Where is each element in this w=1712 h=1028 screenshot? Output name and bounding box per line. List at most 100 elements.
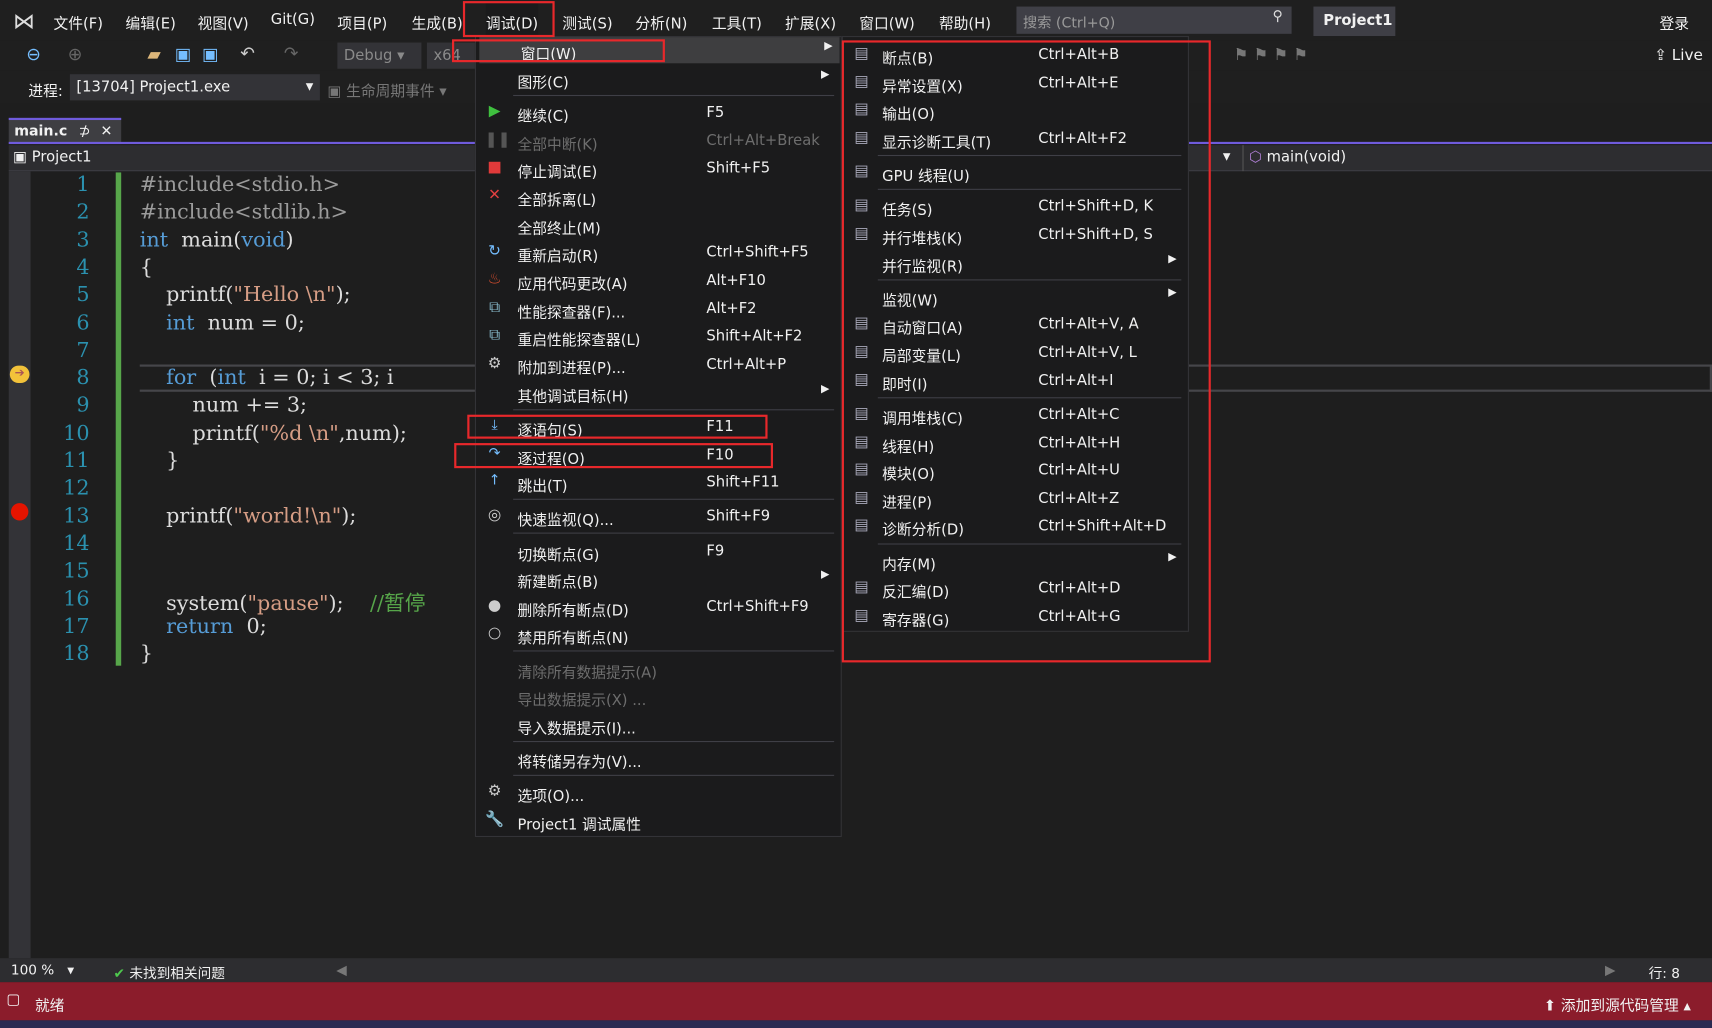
code-line[interactable]: } (140, 449, 179, 473)
code-line[interactable]: num += 3; (140, 393, 307, 417)
scroll-left-icon[interactable]: ◀ (336, 961, 347, 977)
code-token: num = 0; (194, 310, 305, 335)
save-icon[interactable]: ▣ (175, 44, 192, 65)
menu-item[interactable]: ▶ 继续(C) F5 (476, 99, 841, 126)
menu-item[interactable]: 切换断点(G) F9 (476, 538, 841, 564)
menu-item[interactable]: ● 删除所有断点(D) Ctrl+Shift+F9 (476, 594, 841, 620)
menu-9[interactable]: 工具(T) (712, 11, 762, 32)
menu-item[interactable]: 将转储另存为(V)... (476, 745, 841, 771)
back-icon[interactable]: ⊖ (26, 44, 41, 65)
redo-icon[interactable]: ↷ (284, 43, 299, 64)
forward-icon[interactable]: ⊕ (68, 44, 83, 65)
code-line[interactable]: system("pause"); //暂停 (140, 587, 425, 616)
taskbar-edge (0, 1020, 1712, 1028)
menu-item[interactable]: ⧉ 性能探查器(F)... Alt+F2 (476, 296, 841, 322)
zoom-select[interactable]: 100 % ▾ (11, 961, 74, 977)
menu-8[interactable]: 分析(N) (635, 11, 687, 32)
code-line[interactable]: int main(void) (140, 228, 294, 252)
line-number: 5 (76, 282, 90, 307)
chevron-down-icon[interactable]: ▼ (1223, 152, 1231, 163)
undo-icon[interactable]: ↶ (240, 43, 255, 64)
menu-item[interactable]: ○ 禁用所有断点(N) (476, 621, 841, 647)
menu-item[interactable]: ❚❚ 全部中断(K) Ctrl+Alt+Break (476, 128, 841, 154)
menu-4[interactable]: 项目(P) (337, 11, 387, 32)
menu-3[interactable]: Git(G) (271, 11, 315, 28)
menu-item[interactable]: ↑ 跳出(T) Shift+F11 (476, 469, 841, 496)
menu-item-label: 导出数据提示(X) ... (517, 691, 647, 710)
menu-11[interactable]: 窗口(W) (859, 11, 915, 32)
issues-indicator[interactable]: ✔ 未找到相关问题 (114, 961, 225, 982)
menu-item[interactable]: 全部终止(M) (476, 212, 841, 237)
menu-item[interactable]: 图形(C) ▶ (476, 65, 841, 92)
menu-item[interactable]: 新建断点(B) ▶ (476, 565, 841, 592)
menu-12[interactable]: 帮助(H) (939, 11, 991, 32)
code-line[interactable]: printf("%d \n",num); (140, 421, 406, 445)
pin-icon[interactable]: ⊅ (79, 123, 91, 139)
line-number: 14 (63, 531, 90, 556)
code-line[interactable]: } (140, 642, 153, 666)
configuration-select[interactable]: Debug ▾ (337, 42, 422, 69)
search-input[interactable]: 搜索 (Ctrl+Q) ⚲ (1016, 6, 1292, 34)
menu-7[interactable]: 测试(S) (562, 11, 612, 32)
save-all-icon[interactable]: ▣ (202, 44, 219, 65)
menu-item[interactable]: ⧉ 重启性能探查器(L) Shift+Alt+F2 (476, 323, 841, 349)
quickwatch-icon: ◎ (487, 506, 502, 524)
add-to-source-control-button[interactable]: ⬆ 添加到源代码管理 ▴ (1544, 993, 1691, 1014)
code-line[interactable]: { (140, 255, 153, 279)
menu-item[interactable]: 🔧 Project1 调试属性 (476, 808, 841, 834)
menu-item-label: 重启性能探查器(L) (517, 331, 641, 350)
function-scope-select[interactable]: ⬡ main(void) (1249, 148, 1346, 165)
code-line[interactable]: return 0; (140, 614, 267, 638)
code-token: int (166, 310, 195, 335)
code-token: "world!\n" (233, 503, 342, 528)
code-line[interactable]: #include<stdlib.h> (140, 200, 348, 224)
lifecycle-events-button[interactable]: ▣ 生命周期事件 ▾ (328, 79, 447, 100)
code-line[interactable]: for (int i = 0; i < 3; i (140, 366, 394, 390)
menu-item[interactable]: ◎ 快速监视(Q)... Shift+F9 (476, 503, 841, 529)
menu-item[interactable]: ✕ 全部拆离(L) (476, 183, 841, 210)
menu-item[interactable]: ♨ 应用代码更改(A) Alt+F10 (476, 267, 841, 294)
close-tab-icon[interactable]: ✕ (100, 123, 112, 139)
line-number: 13 (63, 503, 90, 528)
menu-0[interactable]: 文件(F) (53, 11, 102, 32)
menu-item[interactable]: 清除所有数据提示(A) (476, 656, 841, 682)
profiler-restart-icon: ⧉ (489, 326, 501, 344)
code-line[interactable]: printf("world!\n"); (139, 503, 356, 528)
indicator-margin[interactable] (8, 171, 31, 959)
menu-item[interactable]: ⚙ 附加到进程(P)... Ctrl+Alt+P (476, 351, 841, 378)
code-line[interactable]: printf("Hello \n"); (140, 283, 351, 307)
code-line[interactable]: int num = 0; (140, 310, 305, 334)
menu-10[interactable]: 扩展(X) (785, 11, 836, 32)
open-folder-icon[interactable]: ▰ (147, 44, 160, 65)
code-token: printf( (139, 503, 234, 528)
menu-2[interactable]: 视图(V) (198, 11, 249, 32)
notification-icon[interactable]: ▢ (7, 991, 21, 1008)
bookmark-icons[interactable]: ⚑ ⚑ ⚑ ⚑ (1234, 45, 1308, 65)
pause-icon: ❚❚ (484, 130, 511, 149)
menu-5[interactable]: 生成(B) (412, 11, 463, 32)
configuration-value: Debug (343, 46, 393, 65)
line-number: 3 (76, 227, 90, 252)
menu-item-shortcut: Alt+F2 (706, 300, 757, 318)
breakpoint-icon[interactable] (10, 503, 29, 521)
code-line[interactable]: #include<stdio.h> (140, 172, 340, 196)
menu-item[interactable]: ⚙ 选项(O)... (476, 779, 841, 805)
menu-item[interactable]: ■ 停止调试(E) Shift+F5 (476, 155, 841, 181)
menu-item[interactable]: ↻ 重新启动(R) Ctrl+Shift+F5 (476, 239, 841, 265)
login-link[interactable]: 登录 (1660, 11, 1689, 32)
process-select[interactable]: [13704] Project1.exe ▼ (69, 74, 320, 101)
menu-1[interactable]: 编辑(E) (126, 11, 176, 32)
menu-separator (513, 532, 835, 534)
menu-item[interactable]: 导入数据提示(I)... (476, 712, 841, 737)
live-share-button[interactable]: ⇪ Live (1654, 47, 1703, 64)
menu-item[interactable]: 其他调试目标(H) ▶ (476, 380, 841, 406)
line-number: 10 (63, 420, 90, 445)
delete-breakpoints-icon: ● (487, 596, 502, 615)
menu-item[interactable]: 导出数据提示(X) ... (476, 683, 841, 709)
project-scope-select[interactable]: ▣ Project1 (13, 148, 91, 165)
code-token: main( (168, 227, 242, 252)
status-bar: ▢ 就绪 ⬆ 添加到源代码管理 ▴ (0, 982, 1712, 1021)
tab-main-c[interactable]: main.c ⊅ ✕ (8, 117, 122, 145)
scroll-right-icon[interactable]: ▶ (1605, 961, 1616, 977)
